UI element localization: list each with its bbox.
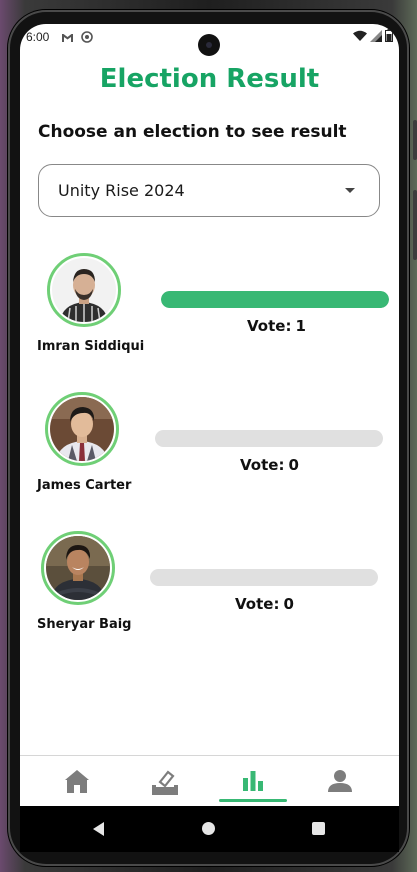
election-prompt: Choose an election to see result [38,122,347,142]
vote-progress-bar [155,430,383,447]
status-right-icons [353,29,393,42]
gmail-icon [62,33,73,42]
back-icon[interactable] [93,822,104,836]
power-button [413,120,417,160]
active-tab-indicator [219,799,287,802]
wifi-icon [353,30,367,41]
candidate-name: James Carter [37,478,132,493]
status-left-icons [61,30,93,43]
ballot-icon [152,770,178,795]
device-frame: 6:00 Election Result Choose an election … [0,0,417,872]
battery-icon [385,29,393,42]
home-icon [65,770,89,793]
profile-icon [328,770,352,792]
vote-progress-bar [150,569,378,586]
vote-value: 1 [295,317,306,335]
nav-results[interactable] [239,768,269,796]
vote-label: Vote: [235,595,280,613]
candidate-row: Sheryar Baig Vote: 0 [20,530,399,650]
system-nav-bar [20,806,399,852]
candidate-row: James Carter Vote: 0 [20,391,399,511]
candidate-avatar [47,253,121,327]
candidate-avatar [45,392,119,466]
candidate-row: Imran Siddiqui Vote: 1 [20,252,399,372]
election-dropdown-value: Unity Rise 2024 [58,181,185,200]
vote-label: Vote: [240,456,285,474]
candidate-name: Imran Siddiqui [37,339,145,354]
vote-value: 0 [283,595,294,613]
front-camera [198,34,220,56]
vote-count: Vote: 1 [247,317,306,335]
vote-label: Vote: [247,317,292,335]
vote-progress-bar [161,291,389,308]
person-photo-icon [46,536,110,600]
bar-chart-icon [243,771,263,791]
vote-progress-fill [161,291,389,308]
dropdown-arrow-icon [345,188,355,193]
vote-count: Vote: 0 [240,456,299,474]
vote-count: Vote: 0 [235,595,294,613]
recents-icon[interactable] [312,822,325,835]
page-title: Election Result [99,64,320,94]
app-screen: 6:00 Election Result Choose an election … [20,24,399,806]
election-dropdown[interactable]: Unity Rise 2024 [38,164,380,217]
nav-profile[interactable] [327,768,357,796]
vote-value: 0 [288,456,299,474]
volume-button [413,190,417,260]
nav-home[interactable] [63,768,93,796]
bottom-nav [20,755,399,806]
sync-icon [80,31,93,43]
home-circle-icon[interactable] [202,822,215,835]
status-bar: 6:00 [20,24,399,56]
status-time: 6:00 [26,30,50,44]
nav-vote[interactable] [150,768,180,796]
candidate-avatar [41,531,115,605]
candidate-name: Sheryar Baig [37,617,132,632]
person-photo-icon [50,397,114,461]
person-photo-icon [52,258,116,322]
signal-icon [370,29,382,42]
